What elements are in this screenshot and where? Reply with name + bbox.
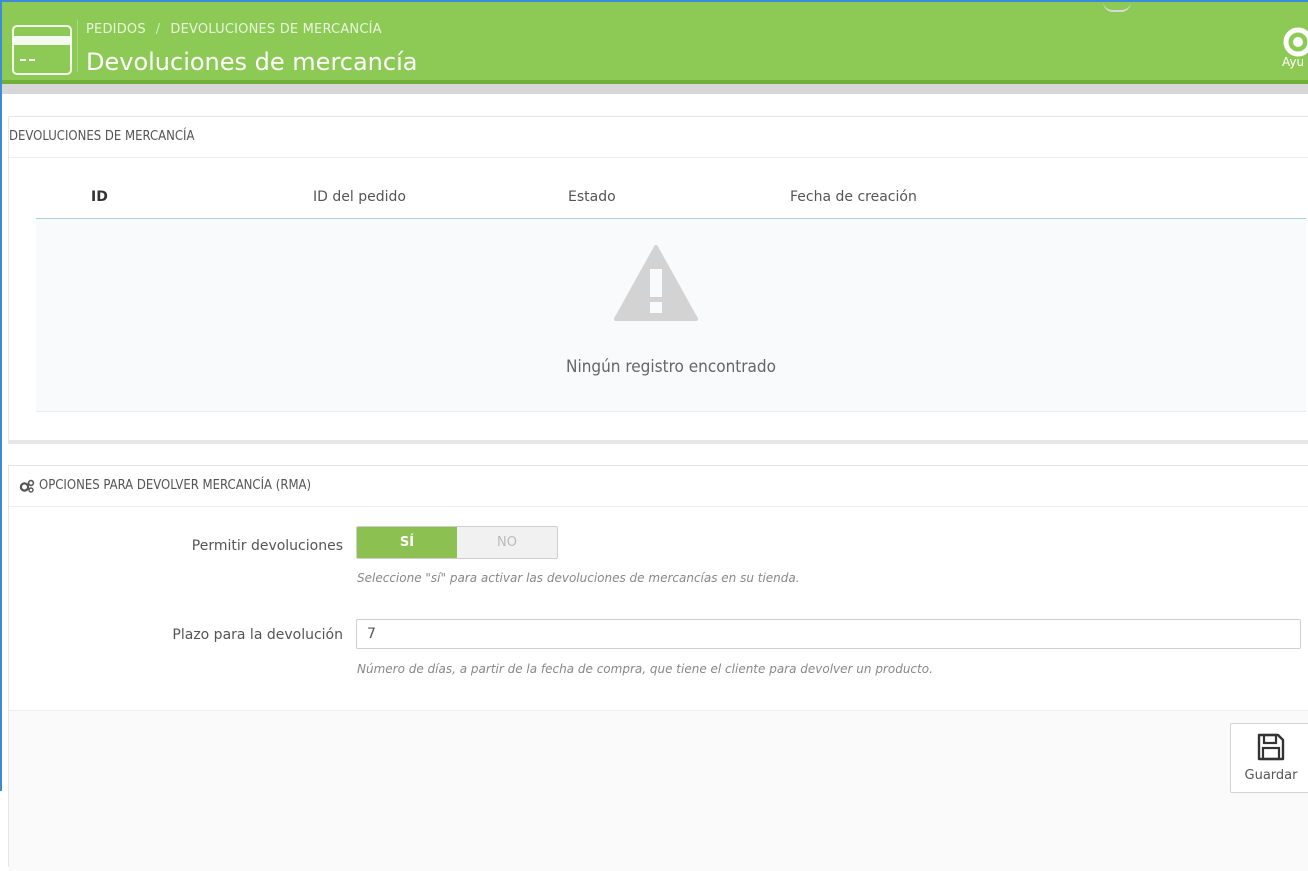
credit-card-icon: [12, 25, 72, 75]
empty-table-state: Ningún registro encontrado: [36, 219, 1306, 412]
allow-returns-yes-option[interactable]: SÍ: [357, 527, 457, 558]
floppy-disk-icon: [1257, 733, 1285, 761]
returns-list-panel: DEVOLUCIONES DE MERCANCÍA ID ID del pedi…: [8, 116, 1308, 441]
help-label[interactable]: Ayu: [1282, 55, 1304, 69]
allow-returns-no-option[interactable]: NO: [457, 527, 557, 558]
panel-footer: [9, 711, 1308, 871]
header-shadow: [2, 84, 1308, 94]
column-header-creation-date[interactable]: Fecha de creación: [790, 189, 917, 205]
options-panel-heading: OPCIONES PARA DEVOLVER MERCANCÍA (RMA): [9, 466, 1308, 507]
window-left-border: [0, 0, 2, 791]
warning-icon: [614, 245, 698, 321]
column-header-id[interactable]: ID: [91, 189, 108, 205]
column-header-order-id[interactable]: ID del pedido: [313, 189, 406, 205]
breadcrumb-item-orders[interactable]: PEDIDOS: [86, 22, 146, 37]
return-deadline-help: Número de días, a partir de la fecha de …: [357, 662, 933, 676]
returns-panel-heading: DEVOLUCIONES DE MERCANCÍA: [9, 117, 1308, 158]
breadcrumb: PEDIDOS / DEVOLUCIONES DE MERCANCÍA: [86, 22, 382, 37]
return-deadline-label: Plazo para la devolución: [172, 627, 343, 643]
options-panel-title: OPCIONES PARA DEVOLVER MERCANCÍA (RMA): [39, 478, 312, 493]
save-button[interactable]: Guardar: [1230, 723, 1308, 793]
allow-returns-label: Permitir devoluciones: [191, 538, 343, 554]
page-title: Devoluciones de mercancía: [86, 48, 418, 76]
allow-returns-switch[interactable]: SÍ NO: [356, 526, 558, 559]
header-separator: [77, 20, 78, 72]
gears-icon: [19, 479, 35, 493]
save-button-label: Guardar: [1244, 768, 1298, 783]
return-deadline-input[interactable]: [356, 619, 1301, 649]
breadcrumb-separator: /: [155, 22, 161, 37]
empty-message: Ningún registro encontrado: [566, 357, 776, 377]
allow-returns-help: Seleccione "sí" para activar las devoluc…: [357, 571, 800, 585]
rma-options-panel: OPCIONES PARA DEVOLVER MERCANCÍA (RMA) P…: [8, 465, 1308, 871]
column-header-status[interactable]: Estado: [568, 189, 616, 205]
breadcrumb-item-returns[interactable]: DEVOLUCIONES DE MERCANCÍA: [170, 22, 381, 37]
returns-panel-title: DEVOLUCIONES DE MERCANCÍA: [9, 129, 195, 144]
